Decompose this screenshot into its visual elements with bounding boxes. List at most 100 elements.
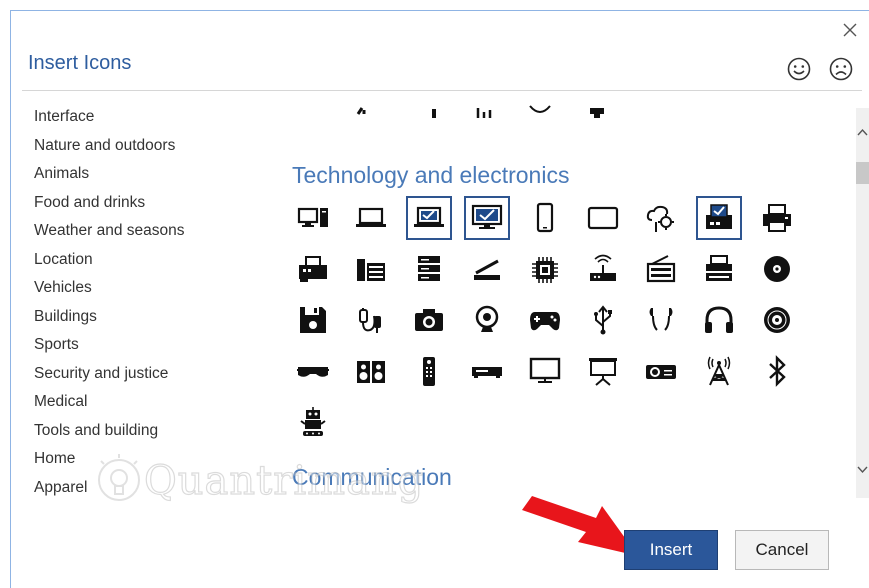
category-list: Interface Nature and outdoors Animals Food … [34,100,264,499]
watermark-text: Quantrimang [143,457,425,504]
game-controller-icon [530,312,560,331]
icon-tile-floppy-disk[interactable] [290,298,336,342]
icon-tile-laptop[interactable] [348,196,394,240]
insert-button[interactable]: Insert [624,530,718,570]
icon-tile-fax-checked[interactable] [696,196,742,240]
radio-icon [646,255,676,283]
icon-tile-speakers[interactable] [348,349,394,393]
category-item[interactable]: Security and justice [34,357,264,386]
fax-checked-icon [706,204,732,229]
icon-tile-projector[interactable] [638,349,684,393]
stereo-icon [357,259,385,281]
icon-tile-printer[interactable] [754,196,800,240]
icon-tile-stereo[interactable] [348,247,394,291]
partial-icon-row [356,105,604,118]
category-item[interactable]: Location [34,243,264,272]
television-icon [529,357,561,383]
icon-tile-vinyl-record[interactable] [754,298,800,342]
icon-tile-antenna-tower[interactable] [696,349,742,393]
frown-icon [829,57,853,81]
watermark-bulb-icon [98,454,140,501]
icon-tile-headphones[interactable] [696,298,742,342]
category-item[interactable]: Interface [34,100,264,129]
icon-tile-cable[interactable] [348,298,394,342]
webcam-icon [475,305,499,332]
close-icon [843,23,857,37]
icon-tile-bluetooth[interactable] [754,349,800,393]
icon-tile-tablet[interactable] [580,196,626,240]
remote-control-icon [423,357,435,386]
server-icon [418,256,440,281]
robot-icon [300,407,326,436]
smile-feedback-button[interactable] [786,56,812,82]
icon-tile-earbuds[interactable] [638,298,684,342]
category-item[interactable]: Animals [34,157,264,186]
vinyl-record-icon [764,307,790,333]
icon-tile-disc[interactable] [754,247,800,291]
chevron-up-icon[interactable] [856,122,869,142]
earbuds-icon [649,308,673,331]
icon-tile-radio[interactable] [638,247,684,291]
icon-tile-camera[interactable] [406,298,452,342]
icon-tile-remote-control[interactable] [406,349,452,393]
icon-tile-processor[interactable] [522,247,568,291]
icon-tile-cloud-settings[interactable] [638,196,684,240]
printer-icon [763,204,791,232]
category-item[interactable]: Buildings [34,300,264,329]
scrollbar[interactable] [856,108,869,498]
icon-tile-server[interactable] [406,247,452,291]
category-item[interactable]: Tools and building [34,414,264,443]
smartphone-icon [536,202,554,233]
projector-icon [646,365,676,379]
icon-gallery: Technology and electronics Communication [280,96,852,494]
typewriter-icon [706,255,732,281]
chevron-down-icon[interactable] [856,460,869,480]
frown-feedback-button[interactable] [828,56,854,82]
icon-tile-dvd-player[interactable] [464,349,510,393]
category-item[interactable]: Food and drinks [34,186,264,215]
bluetooth-icon [769,355,786,387]
icon-tile-laptop-checked[interactable] [406,196,452,240]
monitor-checked-icon [471,204,503,229]
icon-tile-television[interactable] [522,349,568,393]
dialog-top-border [10,10,869,11]
icon-tile-robot[interactable] [290,400,336,444]
category-item[interactable]: Sports [34,328,264,357]
tablet-icon [587,206,619,230]
icon-tile-smartphone[interactable] [522,196,568,240]
cancel-button[interactable]: Cancel [735,530,829,570]
icon-tile-projector-screen[interactable] [580,349,626,393]
speakers-icon [357,361,385,383]
headphones-icon [705,306,733,333]
icon-tile-fax-machine[interactable] [290,247,336,291]
icon-tile-usb[interactable] [580,298,626,342]
icon-tile-wireless-router[interactable] [580,247,626,291]
dialog-left-border [10,10,11,588]
dialog-title: Insert Icons [28,52,132,74]
icon-tile-desktop-computer[interactable] [290,196,336,240]
usb-icon [594,305,612,335]
close-button[interactable] [838,18,862,42]
icon-tile-game-controller[interactable] [522,298,568,342]
camera-icon [415,309,443,331]
icon-tile-typewriter[interactable] [696,247,742,291]
category-item[interactable]: Nature and outdoors [34,129,264,158]
section-title-technology: Technology and electronics [292,162,570,188]
icon-tile-vr-headset[interactable] [290,349,336,393]
floppy-disk-icon [300,307,326,333]
icon-tile-monitor-checked[interactable] [464,196,510,240]
dvd-player-icon [472,367,502,378]
laptop-checked-icon [414,206,444,227]
icon-tile-scanner[interactable] [464,247,510,291]
category-item[interactable]: Weather and seasons [34,214,264,243]
smiley-icon [787,57,811,81]
fax-machine-icon [299,256,327,282]
category-item[interactable]: Vehicles [34,271,264,300]
icon-tile-webcam[interactable] [464,298,510,342]
processor-icon [532,257,558,283]
category-item[interactable]: Medical [34,385,264,414]
scanner-icon [474,259,500,280]
scrollbar-thumb[interactable] [856,162,869,184]
watermark: Quantrimang [94,452,424,522]
antenna-tower-icon [707,356,731,386]
